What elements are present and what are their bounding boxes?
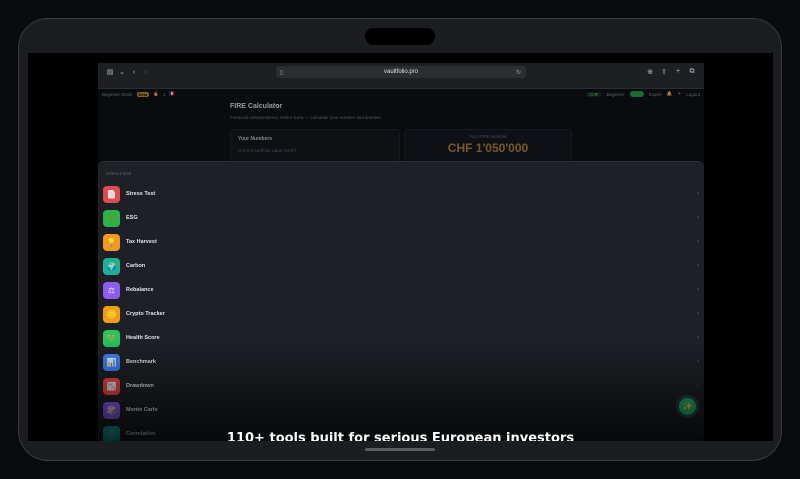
section-header: ANALYSIS bbox=[106, 171, 132, 176]
url-text: vaultfolio.pro bbox=[383, 69, 419, 75]
menu-item[interactable]: ⚖ Rebalance › bbox=[98, 278, 704, 302]
menu-item[interactable]: 💡 Tax Harvest › bbox=[98, 230, 704, 254]
tabs-icon[interactable]: ⧉ bbox=[686, 68, 698, 76]
reload-icon[interactable]: ↻ bbox=[516, 69, 521, 76]
chevron-right-icon: › bbox=[697, 287, 699, 293]
menu-item-label: Stress Test bbox=[126, 191, 156, 197]
menu-item-label: Crypto Tracker bbox=[126, 311, 165, 317]
menu-item[interactable]: 🌿 ESG › bbox=[98, 206, 704, 230]
document-icon: 📄 bbox=[103, 185, 120, 203]
camera-notch bbox=[365, 28, 435, 45]
chevron-right-icon: › bbox=[697, 215, 699, 221]
download-icon[interactable]: ⊕ bbox=[644, 68, 656, 76]
chevron-right-icon: › bbox=[697, 263, 699, 269]
new-tab-icon[interactable]: + bbox=[672, 68, 684, 76]
menu-item[interactable]: 🪙 Crypto Tracker › bbox=[98, 302, 704, 326]
browser-toolbar: ▤ ⌄ ‹ › ▯ vaultfolio.pro ↻ ⊕ ⇧ + ⧉ bbox=[98, 63, 704, 81]
menu-item-label: Tax Harvest bbox=[126, 239, 157, 245]
promo-caption: 110+ tools built for serious European in… bbox=[226, 431, 575, 441]
chevron-right-icon: › bbox=[697, 311, 699, 317]
tab-strip bbox=[98, 81, 704, 94]
tablet-frame: ▤ ⌄ ‹ › ▯ vaultfolio.pro ↻ ⊕ ⇧ + ⧉ Begin… bbox=[18, 18, 782, 461]
lightbulb-icon: 💡 bbox=[103, 233, 120, 251]
caption-fade bbox=[28, 339, 773, 441]
forward-icon[interactable]: › bbox=[140, 69, 152, 76]
back-icon[interactable]: ‹ bbox=[128, 69, 140, 76]
coin-icon: 🪙 bbox=[103, 305, 120, 323]
reader-icon[interactable]: ▯ bbox=[280, 69, 283, 76]
address-bar[interactable]: ▯ vaultfolio.pro ↻ bbox=[276, 66, 526, 78]
home-indicator bbox=[365, 448, 435, 451]
screen: ▤ ⌄ ‹ › ▯ vaultfolio.pro ↻ ⊕ ⇧ + ⧉ Begin… bbox=[28, 53, 773, 441]
menu-item-label: Carbon bbox=[126, 263, 146, 269]
menu-item-label: Rebalance bbox=[126, 287, 154, 293]
chevron-right-icon: › bbox=[697, 239, 699, 245]
menu-item[interactable]: 📄 Stress Test › bbox=[98, 182, 704, 206]
scale-icon: ⚖ bbox=[103, 281, 120, 299]
share-icon[interactable]: ⇧ bbox=[658, 68, 670, 76]
globe-icon: 🌍 bbox=[103, 257, 120, 275]
menu-item[interactable]: 🌍 Carbon › bbox=[98, 254, 704, 278]
sidebar-icon[interactable]: ▤ bbox=[104, 68, 116, 76]
chevron-down-icon[interactable]: ⌄ bbox=[116, 68, 128, 76]
chevron-right-icon: › bbox=[697, 191, 699, 197]
menu-item-label: ESG bbox=[126, 215, 138, 221]
leaf-icon: 🌿 bbox=[103, 209, 120, 227]
